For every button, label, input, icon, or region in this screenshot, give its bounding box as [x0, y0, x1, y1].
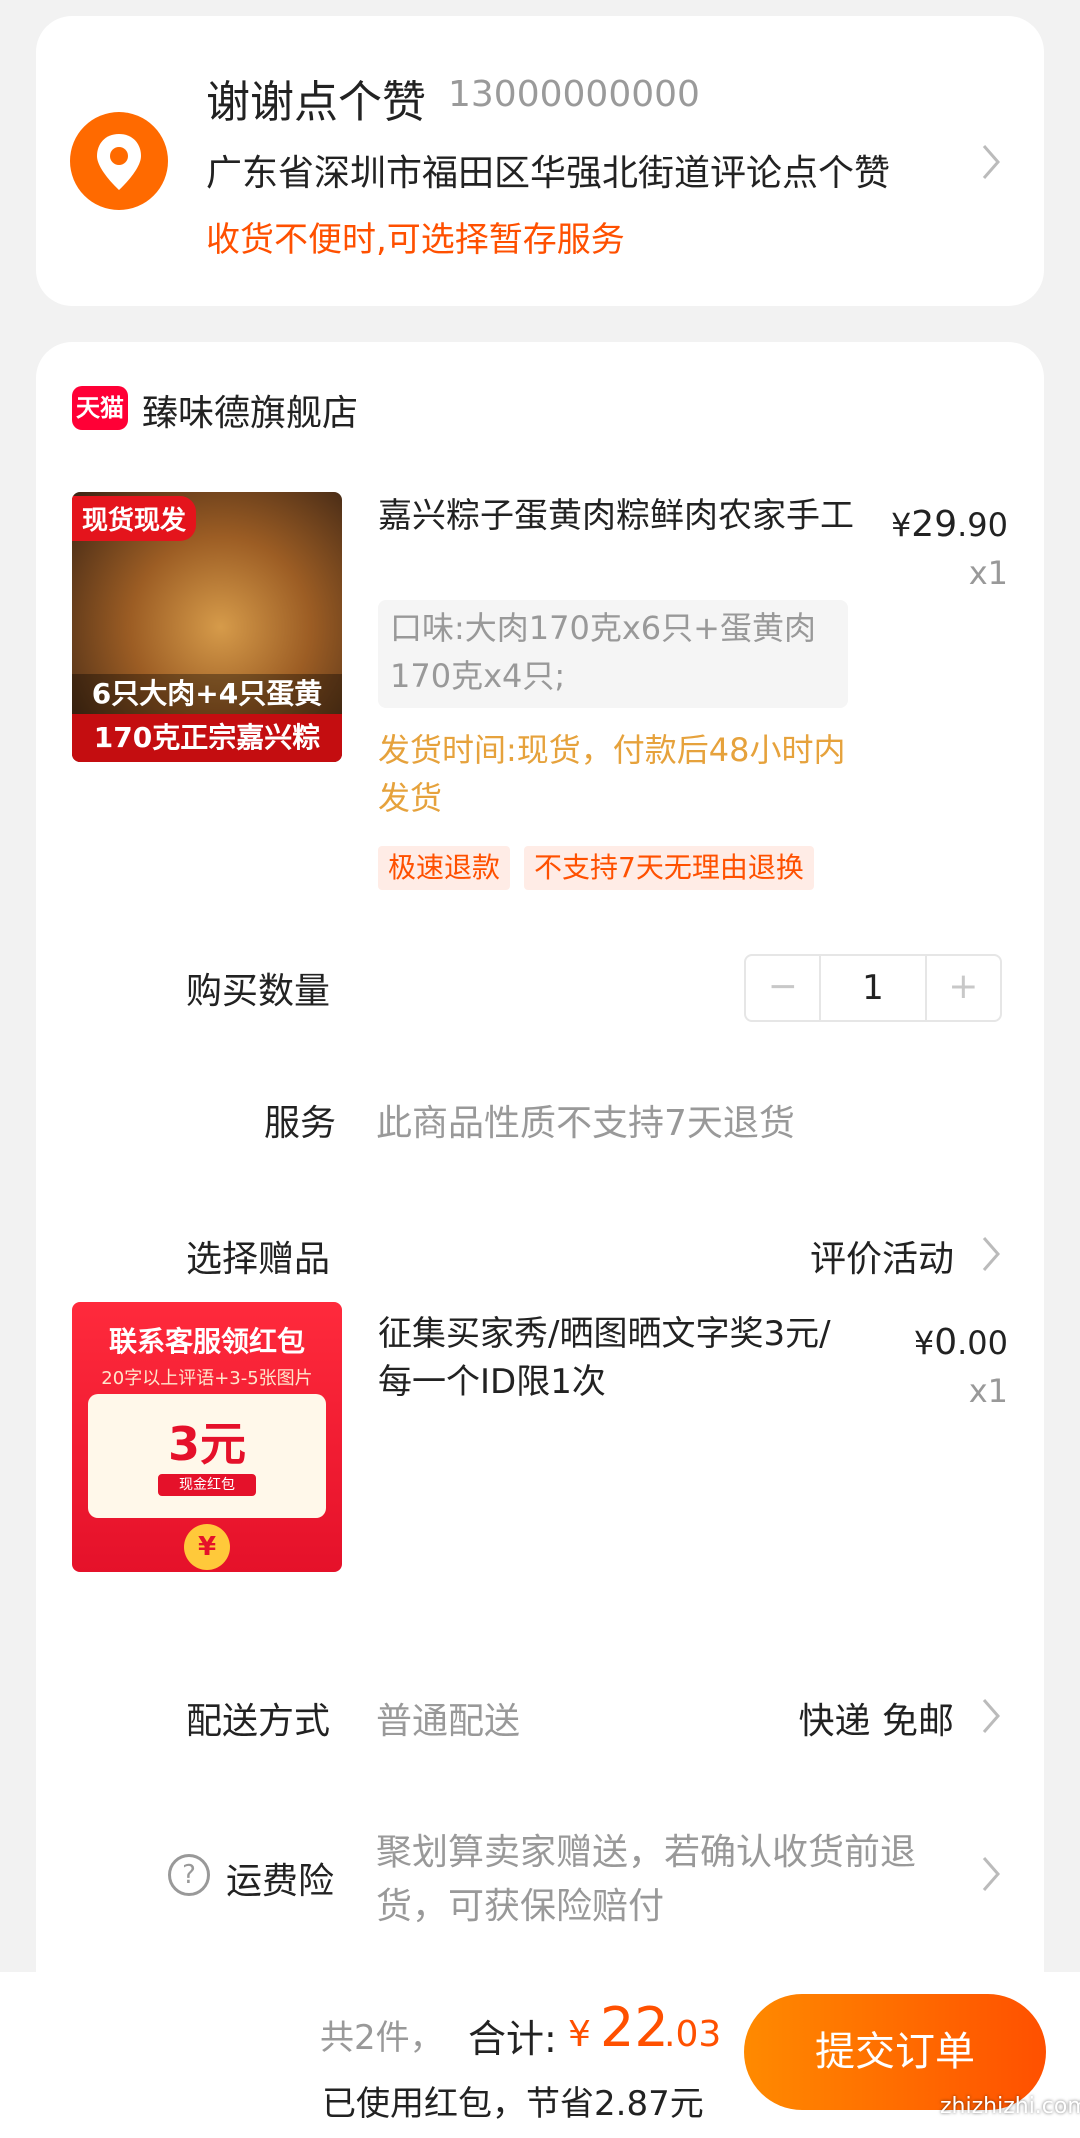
- red-packet-cash-label: 现金红包: [158, 1474, 256, 1496]
- tag-fast-refund: 极速退款: [378, 846, 511, 890]
- price-decimal: .90: [957, 506, 1008, 544]
- chevron-right-icon[interactable]: [974, 1234, 1008, 1274]
- delivery-method[interactable]: 快递 免邮: [799, 1692, 954, 1744]
- price-integer: 29: [911, 504, 958, 545]
- gift-title: 征集买家秀/晒图晒文字奖3元/每一个ID限1次: [378, 1314, 831, 1402]
- delivery-value: 普通配送: [376, 1701, 521, 1742]
- price-decimal: .00: [957, 1324, 1008, 1362]
- ship-time: 发货时间:现货，付款后48小时内发货: [378, 731, 846, 817]
- gift-image-subtitle: 20字以上评语+3-5张图片: [101, 1368, 313, 1389]
- total-currency: ¥: [568, 2014, 591, 2055]
- location-pin-icon: [70, 112, 168, 210]
- tmall-logo: 天猫: [72, 386, 128, 430]
- total-label: 合计:: [468, 2017, 557, 2061]
- gift-quantity: x1: [968, 1372, 1008, 1410]
- insurance-value: 聚划算卖家赠送，若确认收货前退货，可获保险赔付: [376, 1832, 917, 1927]
- product-price: ¥29.90: [891, 504, 1008, 545]
- sku-text: 口味:大肉170克x6只+蛋黄肉170克x4只;: [390, 609, 816, 695]
- total-decimal: .03: [664, 2014, 722, 2055]
- checkout-bar: 共2件， 合计: ¥ 22 .03 已使用红包，节省2.87元 提交订单: [0, 1972, 1080, 2138]
- price-integer: 0: [934, 1322, 958, 1363]
- chevron-right-icon[interactable]: [974, 1696, 1008, 1736]
- gift-price: ¥0.00: [914, 1322, 1008, 1363]
- gift-select-value[interactable]: 评价活动: [810, 1230, 954, 1282]
- service-value: 此商品性质不支持7天退货: [376, 1103, 795, 1144]
- chevron-right-icon[interactable]: [974, 142, 1008, 182]
- product-image[interactable]: 现货现发 6只大肉+4只蛋黄 170克正宗嘉兴粽: [72, 492, 342, 762]
- submit-order-button[interactable]: 提交订单: [744, 1994, 1046, 2110]
- red-packet-amount: 3元: [167, 1417, 246, 1471]
- gift-select-label: 选择赠品: [186, 1239, 331, 1280]
- savings-text: 已使用红包，节省2.87元: [322, 2084, 704, 2124]
- plus-button[interactable]: +: [927, 956, 1000, 1020]
- product-image-band: 6只大肉+4只蛋黄: [72, 674, 342, 714]
- recipient-phone: 13000000000: [448, 74, 700, 115]
- gift-image-title: 联系客服领红包: [108, 1325, 305, 1358]
- product-quantity: x1: [968, 554, 1008, 592]
- quantity-value[interactable]: 1: [819, 956, 927, 1020]
- total-integer: 22: [600, 1996, 669, 2059]
- address-detail: 广东省深圳市福田区华强北街道评论点个赞: [206, 153, 891, 194]
- service-label: 服务: [264, 1103, 337, 1144]
- tag-no-return: 不支持7天无理由退换: [524, 846, 814, 890]
- gift-image[interactable]: 联系客服领红包 20字以上评语+3-5张图片 3元 现金红包 ¥: [72, 1302, 342, 1572]
- address-card[interactable]: 谢谢点个赞 13000000000 广东省深圳市福田区华强北街道评论点个赞 收货…: [36, 16, 1044, 306]
- purchase-qty-label: 购买数量: [186, 971, 331, 1012]
- sku-box[interactable]: 口味:大肉170克x6只+蛋黄肉170克x4只;: [378, 600, 848, 708]
- price-symbol: ¥: [913, 1324, 935, 1362]
- item-count: 共2件，: [320, 2018, 444, 2058]
- address-storage-note[interactable]: 收货不便时,可选择暂存服务: [206, 212, 625, 261]
- red-packet-card: 3元 现金红包: [88, 1394, 326, 1518]
- delivery-label: 配送方式: [186, 1701, 331, 1742]
- product-title[interactable]: 嘉兴粽子蛋黄肉粽鲜肉农家手工: [378, 492, 858, 540]
- order-card: 天猫 臻味德旗舰店 现货现发 6只大肉+4只蛋黄 170克正宗嘉兴粽 嘉兴粽子蛋…: [36, 342, 1044, 2042]
- product-image-tag: 现货现发: [72, 496, 197, 541]
- insurance-label: 运费险: [226, 1861, 335, 1902]
- recipient-name: 谢谢点个赞: [206, 77, 426, 128]
- quantity-stepper: − 1 +: [744, 954, 1002, 1022]
- price-symbol: ¥: [890, 506, 912, 544]
- help-icon[interactable]: ?: [168, 1854, 210, 1896]
- coin-icon: ¥: [184, 1524, 230, 1570]
- watermark: zhizhizhi.com: [940, 2094, 1080, 2119]
- minus-button[interactable]: −: [746, 956, 819, 1020]
- shop-name[interactable]: 臻味德旗舰店: [142, 384, 358, 436]
- chevron-right-icon[interactable]: [974, 1854, 1008, 1894]
- product-image-band: 170克正宗嘉兴粽: [72, 714, 342, 762]
